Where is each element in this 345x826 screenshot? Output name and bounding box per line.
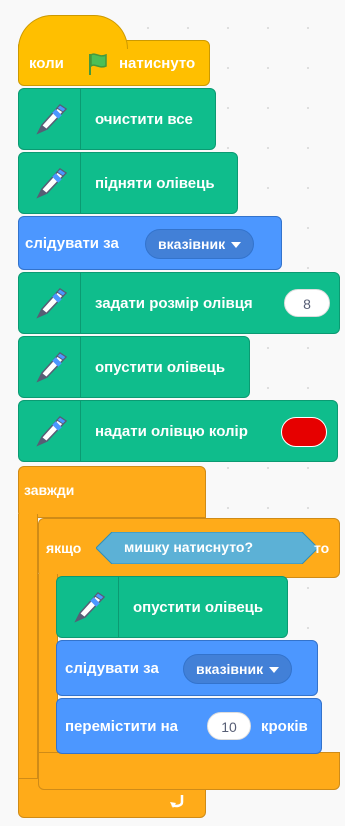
pen-icon — [32, 347, 72, 387]
inner-go-to-target-text: вказівник — [196, 661, 264, 677]
pen-icon — [32, 283, 72, 323]
pen-up-label: підняти олівець — [95, 175, 215, 192]
set-pen-size-block[interactable]: задати розмір олівця 8 — [18, 272, 340, 334]
inner-go-to-block[interactable]: слідувати за вказівник — [56, 640, 318, 696]
set-pen-color-block[interactable]: надати олівцю колір — [18, 400, 338, 462]
pen-color-swatch[interactable] — [281, 417, 327, 447]
inner-go-to-label: слідувати за — [65, 660, 159, 677]
inner-pen-down-label: опустити олівець — [133, 599, 264, 616]
pen-size-input[interactable]: 8 — [284, 289, 330, 317]
if-label: якщо — [46, 540, 82, 556]
go-to-block[interactable]: слідувати за вказівник — [18, 216, 282, 270]
when-flag-clicked-block[interactable]: коли натиснуто — [18, 15, 210, 86]
forever-label: завжди — [24, 482, 75, 498]
then-label: то — [314, 540, 330, 556]
set-size-label: задати розмір олівця — [95, 295, 253, 312]
set-color-label: надати олівцю колір — [95, 423, 248, 440]
pen-icon — [70, 587, 110, 627]
pen-down-block[interactable]: опустити олівець — [18, 336, 250, 398]
clear-label: очистити все — [95, 111, 193, 128]
green-flag-icon[interactable] — [85, 51, 111, 82]
hat-suffix: натиснуто — [119, 55, 196, 72]
condition-text: мишку натиснуто? — [124, 539, 253, 555]
move-steps-block[interactable]: перемістити на 10 кроків — [56, 698, 322, 754]
go-to-target-dropdown[interactable]: вказівник — [145, 229, 255, 259]
move-suffix: кроків — [261, 718, 308, 735]
pen-icon — [32, 411, 72, 451]
pen-icon — [32, 99, 72, 139]
go-to-label: слідувати за — [25, 235, 119, 252]
chevron-down-icon — [269, 667, 280, 674]
chevron-down-icon — [231, 242, 242, 249]
move-prefix: перемістити на — [65, 718, 179, 735]
pen-down-label: опустити олівець — [95, 359, 226, 376]
pen-icon — [32, 163, 72, 203]
loop-arrow-icon — [168, 792, 186, 815]
inner-pen-down-block[interactable]: опустити олівець — [56, 576, 288, 638]
mouse-down-condition[interactable]: мишку натиснуто? — [96, 532, 318, 564]
hat-prefix: коли — [29, 55, 64, 72]
inner-go-to-dropdown[interactable]: вказівник — [183, 654, 293, 684]
go-to-target-text: вказівник — [158, 236, 226, 252]
move-steps-input[interactable]: 10 — [207, 712, 251, 740]
pen-up-block[interactable]: підняти олівець — [18, 152, 238, 214]
pen-clear-block[interactable]: очистити все — [18, 88, 216, 150]
